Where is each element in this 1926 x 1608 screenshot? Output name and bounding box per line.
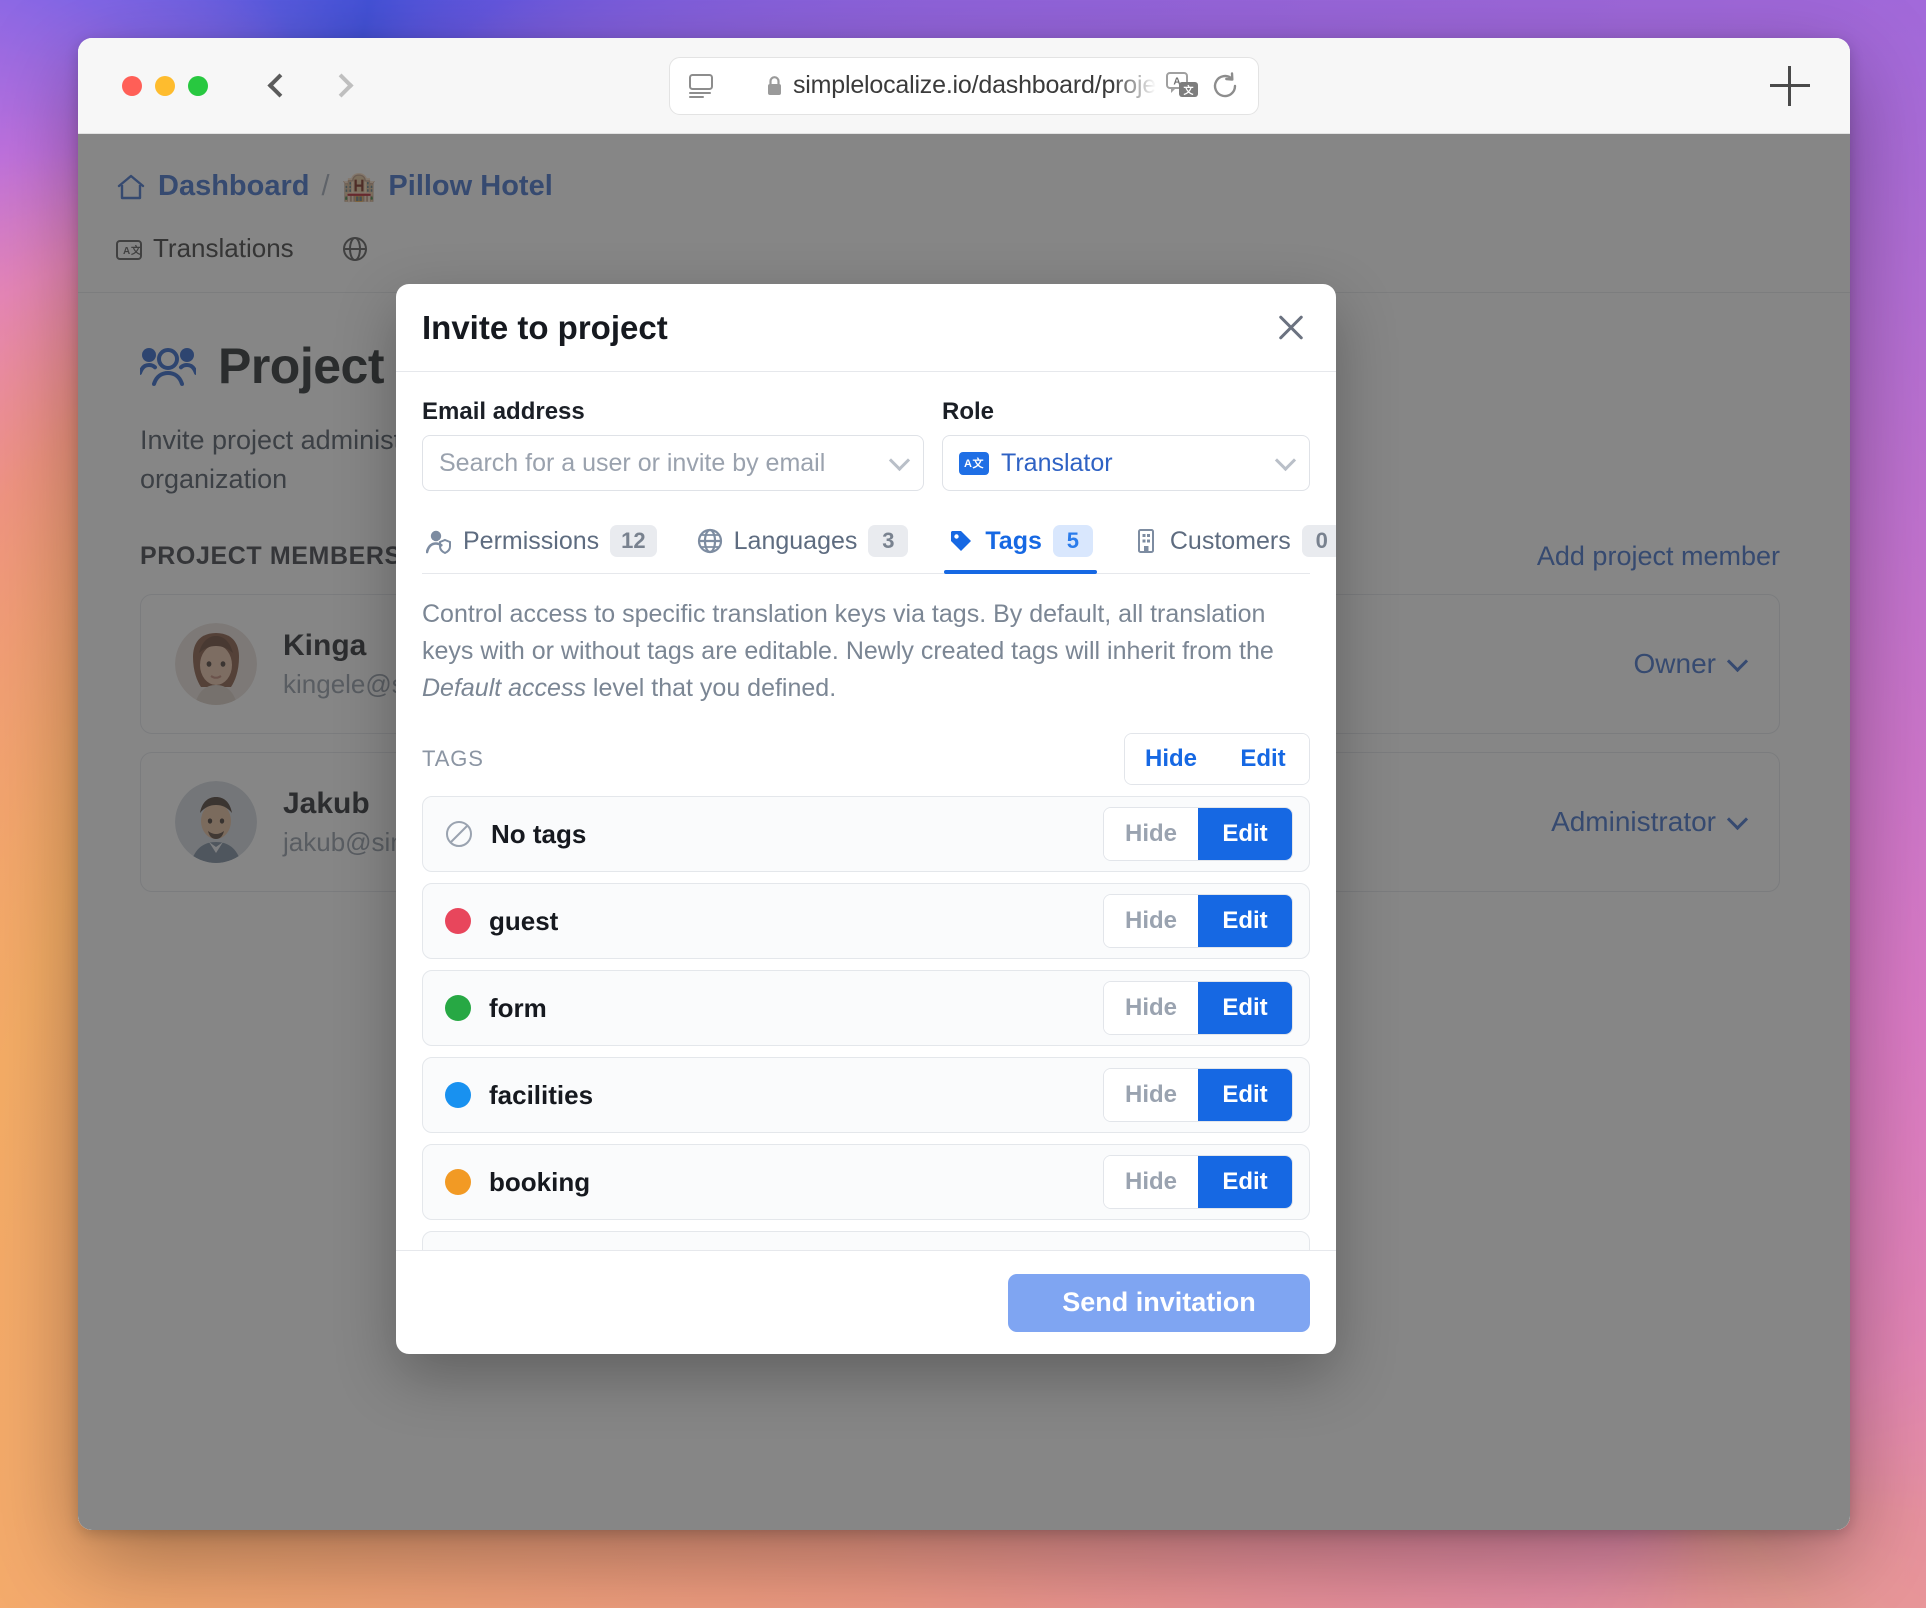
back-button[interactable] [262,66,296,106]
tag-row-form: form Hide Edit [422,970,1310,1046]
globe-icon [697,528,723,554]
minimize-window-button[interactable] [155,75,175,96]
no-tags-icon [445,820,473,848]
tag-edit-button[interactable]: Edit [1198,1156,1292,1208]
tag-row-booking: booking Hide Edit [422,1144,1310,1220]
chevron-down-icon [1274,449,1297,471]
role-select[interactable]: A文 Translator [942,435,1310,491]
default-access-row: Default access Define the default access… [422,1231,1310,1250]
email-input-placeholder: Search for a user or invite by email [439,448,826,477]
tab-customers-count: 0 [1301,525,1336,557]
new-tab-button[interactable] [1770,65,1810,106]
tab-languages[interactable]: Languages 3 [693,519,913,573]
modal-tabs: Permissions 12 Languages 3 Tags 5 Custom… [422,519,1336,574]
tab-permissions-label: Permissions [463,526,600,555]
tab-languages-label: Languages [733,526,858,555]
tags-header-edit-button[interactable]: Edit [1217,734,1309,784]
browser-nav-buttons [262,66,358,106]
tag-edit-button[interactable]: Edit [1198,808,1292,860]
window-traffic-lights [122,75,208,96]
tag-access-toggle: Hide Edit [1103,1068,1293,1122]
tag-edit-button[interactable]: Edit [1198,982,1292,1034]
tags-description: Control access to specific translation k… [422,596,1310,707]
reader-view-icon[interactable] [688,73,714,98]
close-icon[interactable] [1272,309,1310,347]
modal-title: Invite to project [422,308,668,346]
tag-name: facilities [489,1079,594,1110]
tag-name: No tags [491,818,587,849]
send-invitation-button[interactable]: Send invitation [1008,1273,1310,1332]
modal-header: Invite to project [396,284,1336,372]
reload-icon[interactable] [1210,71,1240,101]
tag-access-toggle: Hide Edit [1103,981,1293,1035]
tags-header-hide-button[interactable]: Hide [1125,734,1217,784]
role-select-value: Translator [1001,448,1113,477]
tag-name: booking [489,1166,591,1197]
lock-icon [766,75,783,96]
close-window-button[interactable] [122,75,142,96]
tags-section-label: TAGS [422,746,484,771]
modal-body: Email address Search for a user or invit… [396,372,1336,1250]
maximize-window-button[interactable] [188,75,208,96]
role-field-group: Role A文 Translator [942,398,1310,491]
tag-access-toggle: Hide Edit [1103,894,1293,948]
user-shield-icon [425,528,452,555]
tag-edit-button[interactable]: Edit [1198,895,1292,947]
tag-name: form [489,992,547,1023]
tag-hide-button[interactable]: Hide [1104,808,1198,860]
page-viewport: Dashboard / 🏨 Pillow Hotel A 文 [78,134,1850,1530]
tag-row-facilities: facilities Hide Edit [422,1057,1310,1133]
tab-tags[interactable]: Tags 5 [944,519,1097,574]
tag-name: guest [489,905,559,936]
tab-customers[interactable]: Customers 0 [1129,519,1336,573]
tab-tags-count: 5 [1052,525,1093,557]
desktop-wallpaper: simplelocalize.io/dashboard/projects/?h … [0,0,1926,1608]
translator-badge-icon: A文 [959,451,989,475]
tag-access-toggle: Hide Edit [1103,1155,1293,1209]
tags-header-access-toggle: Hide Edit [1124,733,1310,785]
tag-hide-button[interactable]: Hide [1104,895,1198,947]
tag-color-dot [445,1082,471,1108]
email-field-label: Email address [422,398,585,425]
tag-color-dot [445,1169,471,1195]
tag-row-no-tags: No tags Hide Edit [422,796,1310,872]
tab-tags-label: Tags [985,526,1042,555]
svg-text:文: 文 [1184,84,1195,97]
role-field-label: Role [942,398,995,425]
tab-languages-count: 3 [868,525,909,557]
forward-button[interactable] [324,66,358,106]
tab-permissions-count: 12 [610,525,657,557]
tags-section-header: TAGS Hide Edit [422,733,1310,785]
chevron-down-icon [888,449,911,471]
url-text: simplelocalize.io/dashboard/projects/?h [793,71,1156,99]
invite-fields: Email address Search for a user or invit… [422,398,1310,491]
building-icon [1133,528,1159,554]
tag-color-dot [445,995,471,1021]
translate-icon[interactable]: A 文 [1166,71,1200,100]
invite-to-project-dialog: Invite to project Email address Search f… [396,284,1336,1354]
tag-color-dot [445,908,471,934]
tag-access-toggle: Hide Edit [1103,807,1293,861]
tags-description-emphasis: Default access [422,674,586,702]
modal-footer: Send invitation [396,1250,1336,1354]
tags-description-part1: Control access to specific translation k… [422,600,1274,665]
tab-permissions[interactable]: Permissions 12 [422,519,661,573]
email-field-group: Email address Search for a user or invit… [422,398,924,491]
email-input[interactable]: Search for a user or invite by email [422,435,924,491]
browser-window: simplelocalize.io/dashboard/projects/?h … [78,38,1850,1530]
address-bar[interactable]: simplelocalize.io/dashboard/projects/?h … [669,56,1259,115]
tag-hide-button[interactable]: Hide [1104,1069,1198,1121]
tag-edit-button[interactable]: Edit [1198,1069,1292,1121]
tags-description-part2: level that you defined. [585,674,837,702]
tag-icon [948,528,974,554]
tag-hide-button[interactable]: Hide [1104,1156,1198,1208]
tag-row-guest: guest Hide Edit [422,883,1310,959]
browser-titlebar: simplelocalize.io/dashboard/projects/?h … [78,38,1850,134]
tab-customers-label: Customers [1169,526,1291,555]
tag-hide-button[interactable]: Hide [1104,982,1198,1034]
